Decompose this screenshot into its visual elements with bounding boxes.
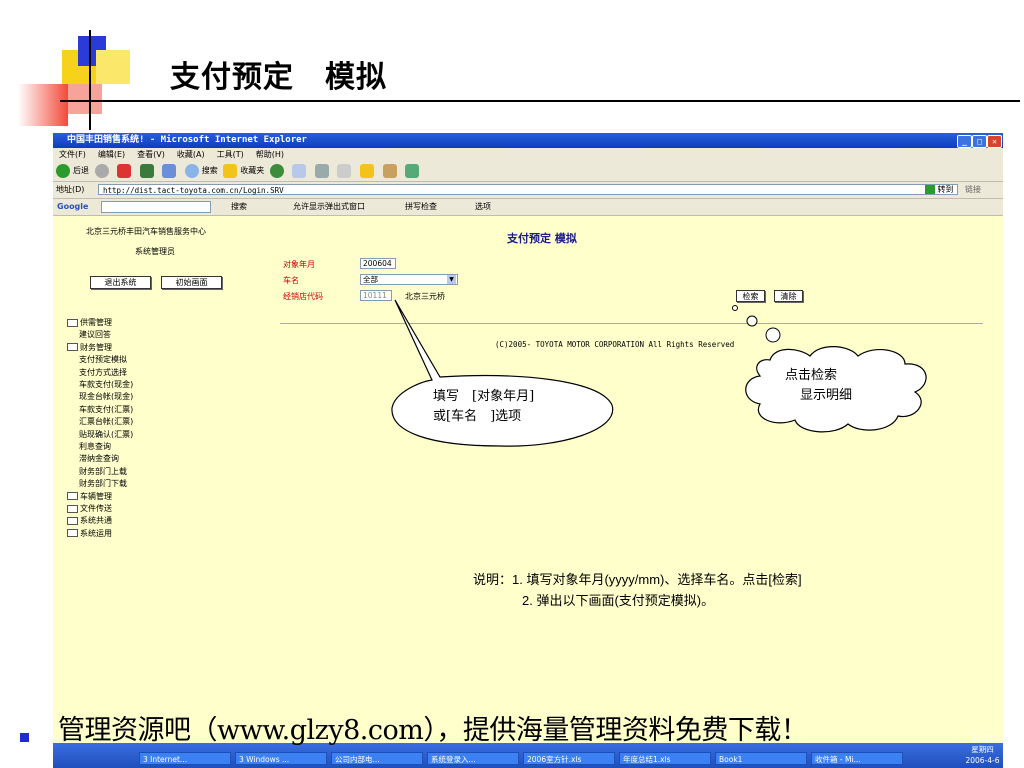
note-line1: 说明：1. 填写对象年月(yyyy/mm)、选择车名。点击[检索] <box>473 572 802 587</box>
task-system-login[interactable]: 系统登录入... <box>427 752 519 765</box>
cloud-dot-3 <box>765 327 781 343</box>
task-policy-xls[interactable]: 2006室方针.xls <box>523 752 615 765</box>
task-inbox[interactable]: 收件箱 - Mi... <box>811 752 903 765</box>
task-internet[interactable]: 3 Internet... <box>139 752 231 765</box>
note-line2: 2. 弹出以下画面(支付预定模拟)。 <box>522 593 715 608</box>
clock-date: 2006-4-6 <box>965 756 1000 765</box>
left-callout-line1: 填写 [对象年月] <box>433 389 535 404</box>
task-windows[interactable]: 3 Windows ... <box>235 752 327 765</box>
clock-weekday: 星期四 <box>971 745 994 754</box>
clock-time: 14:31 <box>971 734 994 743</box>
task-summary-xls[interactable]: 年度总结1.xls <box>619 752 711 765</box>
callout-shapes <box>391 299 927 447</box>
system-clock[interactable]: 14:31 星期四 2006-4-6 <box>955 733 1010 768</box>
cloud-dot-1 <box>732 305 738 311</box>
footer-bullet <box>20 733 29 742</box>
left-callout-line2: 或[车名 ]选项 <box>433 409 522 424</box>
right-callout-line2: 显示明细 <box>800 388 853 403</box>
slide-footer: 管理资源吧（www.glzy8.com），提供海量管理资料免费下载！ <box>58 715 808 746</box>
task-book1[interactable]: Book1 <box>715 752 807 765</box>
right-callout-line1: 点击检索 <box>785 368 838 383</box>
cloud-dot-2 <box>746 315 758 327</box>
left-callout-bubble <box>391 299 614 447</box>
task-company-email[interactable]: 公司内部电... <box>331 752 423 765</box>
